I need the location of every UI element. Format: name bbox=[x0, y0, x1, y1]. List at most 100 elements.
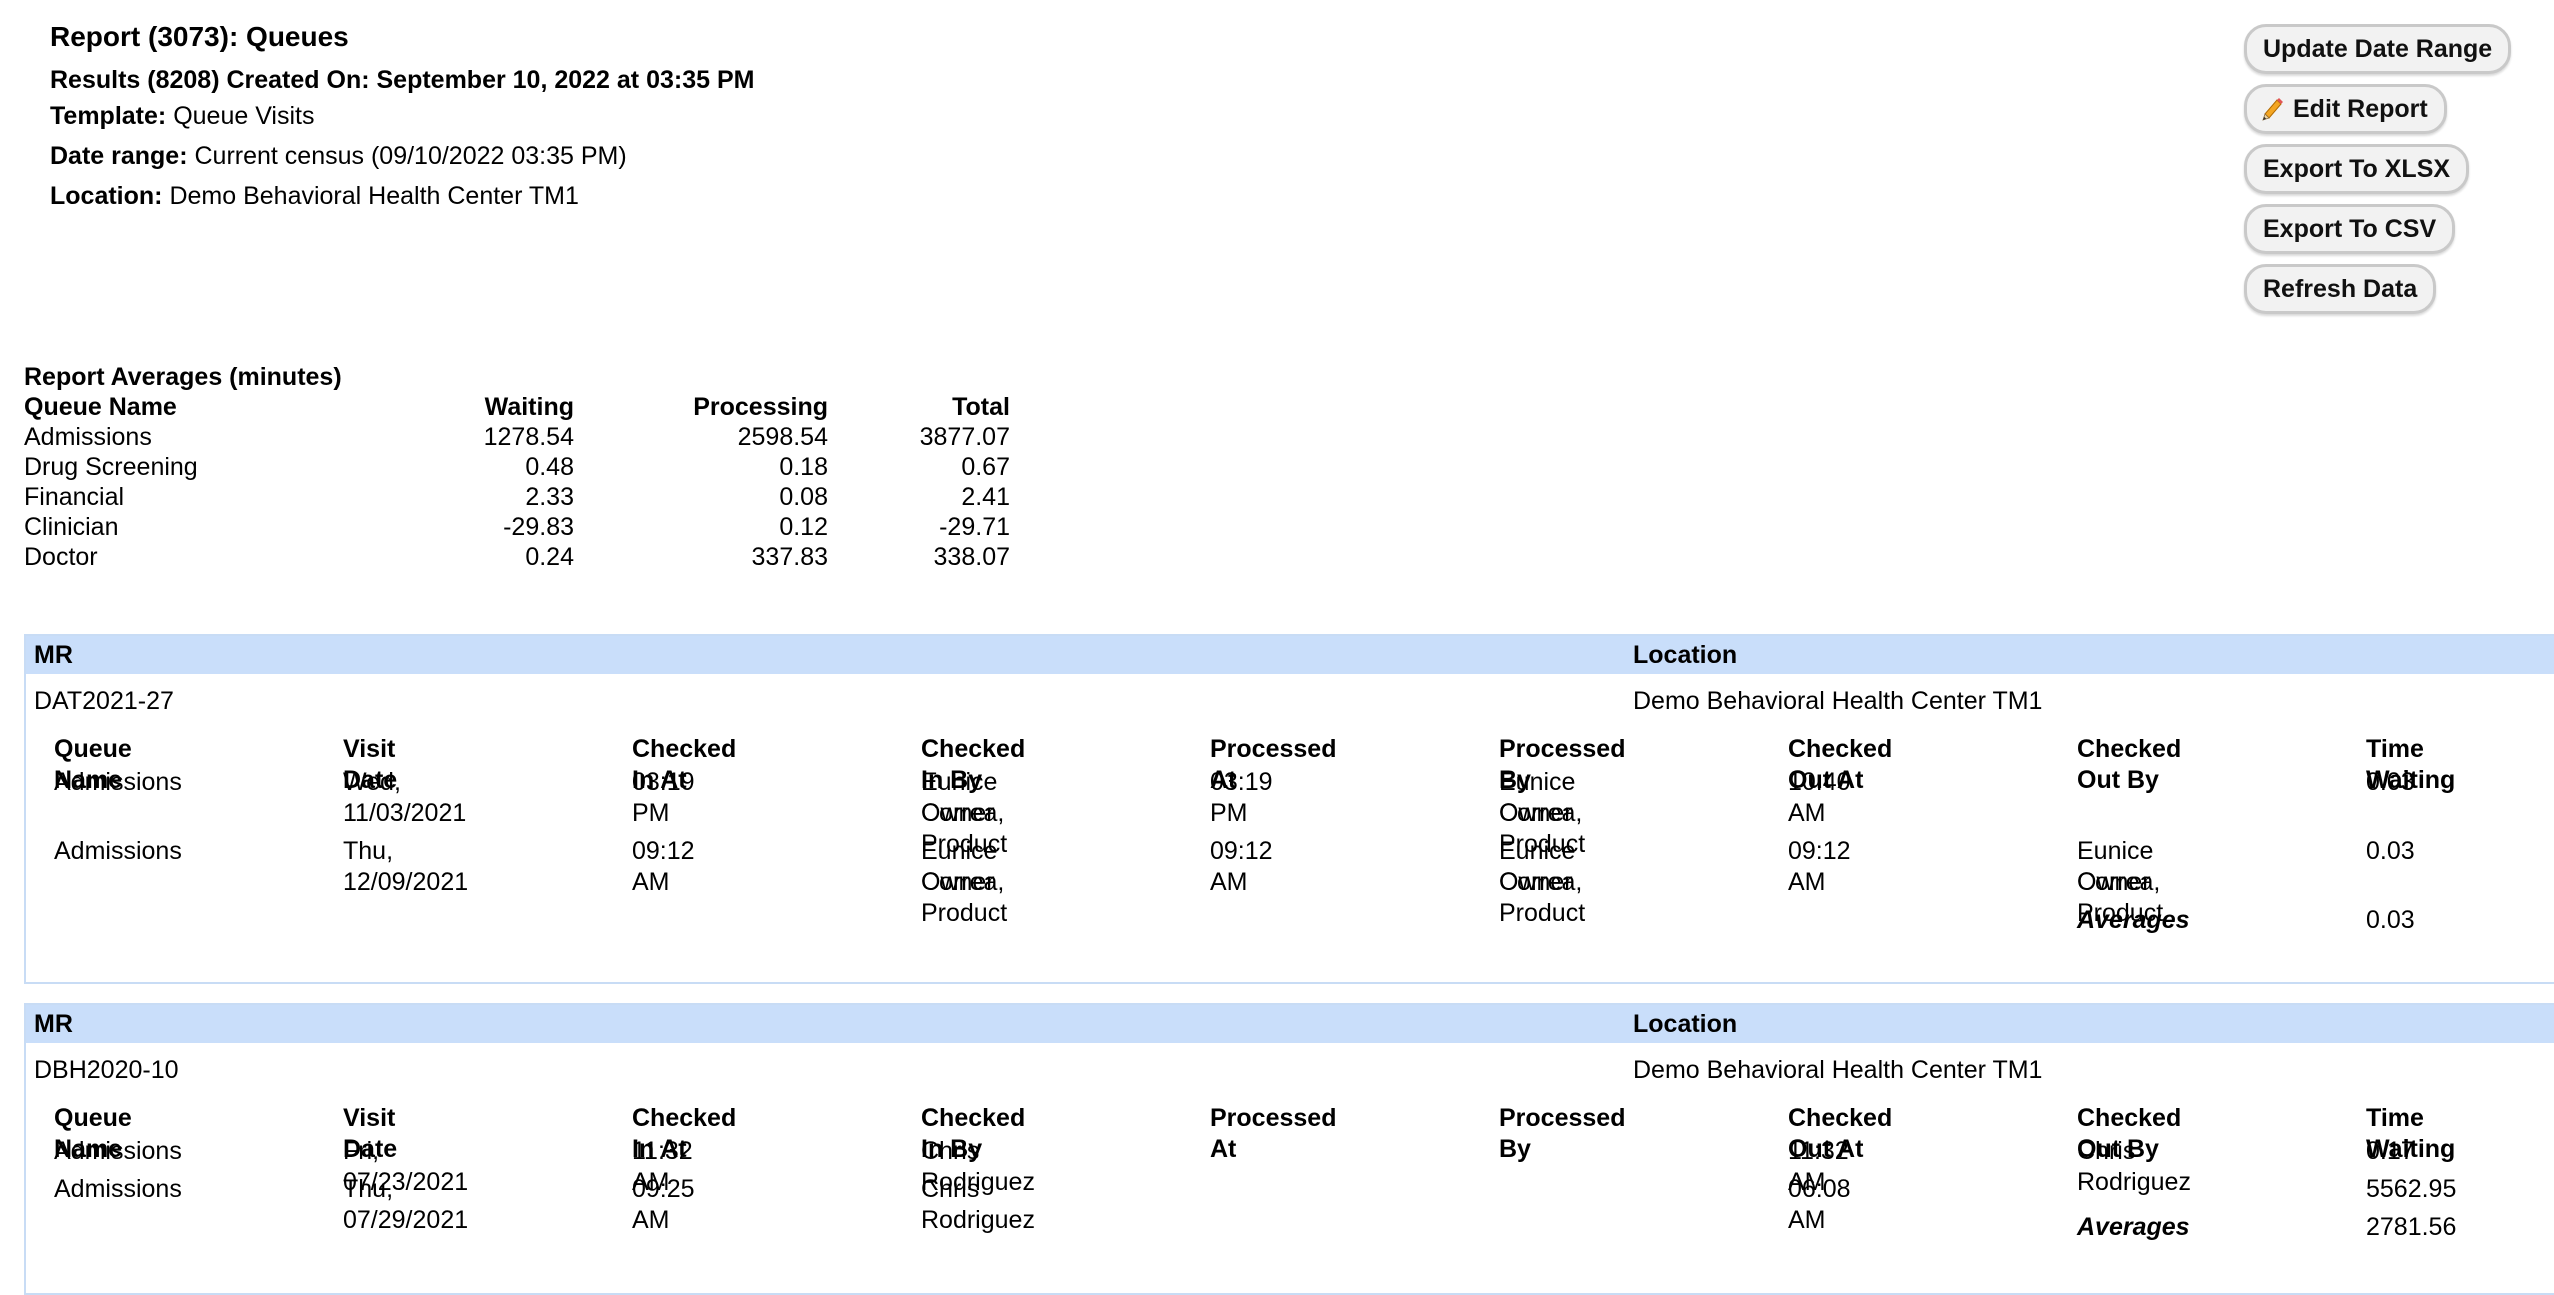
col-processing: Processing bbox=[693, 393, 828, 421]
col-queue-name: Queue Name bbox=[24, 393, 177, 421]
averages-label: Averages bbox=[2077, 1213, 2190, 1241]
averages-table: Queue Name Waiting Processing Total Admi… bbox=[24, 392, 1010, 572]
date-range-line: Date range: Current census (09/10/2022 0… bbox=[50, 138, 754, 174]
processed-by-cont: Owner bbox=[1499, 799, 1573, 827]
group-header-bar: MR Location bbox=[26, 636, 2554, 674]
checked-out-at: 06:08 AM bbox=[1788, 1175, 1851, 1234]
checked-out-by-cont: Owner bbox=[2077, 868, 2151, 896]
mr-number: DAT2021-27 bbox=[34, 687, 174, 715]
location-header: Location bbox=[1633, 641, 1738, 669]
queue-name: Admissions bbox=[24, 423, 152, 451]
checked-out-by: Chris Rodriguez bbox=[2077, 1137, 2191, 1196]
export-csv-button[interactable]: Export To CSV bbox=[2244, 204, 2456, 254]
template-label: Template: bbox=[50, 102, 167, 130]
location-header: Location bbox=[1633, 1010, 1738, 1038]
location-label: Location: bbox=[50, 182, 163, 210]
checked-in-at: 09:25 AM bbox=[632, 1175, 695, 1234]
refresh-data-button[interactable]: Refresh Data bbox=[2244, 264, 2437, 314]
table-row: Drug Screening 0.48 0.18 0.67 bbox=[24, 452, 1010, 482]
edit-report-button[interactable]: Edit Report bbox=[2244, 84, 2447, 134]
checked-in-by-cont: Owner bbox=[921, 868, 995, 896]
mr-row: DBH2020-10 Demo Behavioral Health Center… bbox=[26, 1043, 2554, 1093]
processing-value: 0.08 bbox=[779, 483, 828, 511]
checked-in-at: 09:12 AM bbox=[632, 837, 695, 896]
table-row: Financial 2.33 0.08 2.41 bbox=[24, 482, 1010, 512]
mr-row: DAT2021-27 Demo Behavioral Health Center… bbox=[26, 674, 2554, 724]
queue-name: Clinician bbox=[24, 513, 119, 541]
template-line: Template: Queue Visits bbox=[50, 98, 754, 134]
col-processed-at: Processed At bbox=[1210, 1104, 1337, 1163]
export-csv-label: Export To CSV bbox=[2263, 215, 2437, 243]
total-value: 0.67 bbox=[961, 453, 1010, 481]
export-xlsx-label: Export To XLSX bbox=[2263, 155, 2451, 183]
date-range-label: Date range: bbox=[50, 142, 188, 170]
report-averages: Report Averages (minutes) Queue Name Wai… bbox=[24, 362, 1010, 572]
location-line: Location: Demo Behavioral Health Center … bbox=[50, 178, 754, 214]
col-waiting: Waiting bbox=[484, 393, 574, 421]
refresh-data-label: Refresh Data bbox=[2263, 275, 2418, 303]
queue-name: Drug Screening bbox=[24, 453, 198, 481]
mr-location: Demo Behavioral Health Center TM1 bbox=[1633, 1056, 2043, 1084]
group-header-bar: MR Location bbox=[26, 1005, 2554, 1043]
update-date-range-button[interactable]: Update Date Range bbox=[2244, 24, 2512, 74]
col-total: Total bbox=[952, 393, 1010, 421]
checked-out-at: 09:12 AM bbox=[1788, 837, 1851, 896]
results-line: Results (8208) Created On: September 10,… bbox=[50, 66, 755, 94]
processing-value: 337.83 bbox=[751, 543, 828, 571]
edit-report-label: Edit Report bbox=[2293, 95, 2428, 123]
time-waiting: 0.03 bbox=[2366, 768, 2415, 796]
location-value: Demo Behavioral Health Center TM1 bbox=[169, 182, 579, 210]
average-time-waiting: 2781.56 bbox=[2366, 1213, 2457, 1241]
table-row: Admissions 1278.54 2598.54 3877.07 bbox=[24, 422, 1010, 452]
checked-in-by-cont: Owner bbox=[921, 799, 995, 827]
report-title: Report (3073): Queues bbox=[50, 21, 349, 52]
averages-caption: Report Averages (minutes) bbox=[24, 363, 342, 391]
date-range-value: Current census (09/10/2022 03:35 PM) bbox=[194, 142, 627, 170]
export-xlsx-button[interactable]: Export To XLSX bbox=[2244, 144, 2470, 194]
mr-location: Demo Behavioral Health Center TM1 bbox=[1633, 687, 2043, 715]
col-checked-out-by: Checked Out By bbox=[2077, 735, 2182, 794]
waiting-value: 0.48 bbox=[525, 453, 574, 481]
visit-date: Thu, 12/09/2021 bbox=[343, 837, 469, 896]
update-date-range-label: Update Date Range bbox=[2263, 35, 2493, 63]
processing-value: 0.18 bbox=[779, 453, 828, 481]
checked-in-at: 03:19 PM bbox=[632, 768, 695, 827]
averages-header-row: Queue Name Waiting Processing Total bbox=[24, 392, 1010, 422]
mr-group: MR Location DBH2020-10 Demo Behavioral H… bbox=[24, 1003, 2554, 1295]
table-row: Doctor 0.24 337.83 338.07 bbox=[24, 542, 1010, 572]
total-value: -29.71 bbox=[939, 513, 1010, 541]
mr-group: MR Location DAT2021-27 Demo Behavioral H… bbox=[24, 634, 2554, 984]
mr-header: MR bbox=[34, 641, 73, 669]
queue-name: Doctor bbox=[24, 543, 98, 571]
time-waiting: 0.17 bbox=[2366, 1137, 2415, 1165]
processed-at: 03:19 PM bbox=[1210, 768, 1273, 827]
waiting-value: 2.33 bbox=[525, 483, 574, 511]
mr-header: MR bbox=[34, 1010, 73, 1038]
visit-date: Thu, 07/29/2021 bbox=[343, 1175, 469, 1234]
queue-name: Admissions bbox=[54, 837, 182, 865]
checked-out-at: 10:40 AM bbox=[1788, 768, 1851, 827]
waiting-value: 0.24 bbox=[525, 543, 574, 571]
processing-value: 0.12 bbox=[779, 513, 828, 541]
report-header: Report (3073): Queues Results (8208) Cre… bbox=[50, 20, 754, 214]
total-value: 3877.07 bbox=[919, 423, 1010, 451]
queue-name: Financial bbox=[24, 483, 125, 511]
report-actions: Update Date Range Edit Report Export To … bbox=[2244, 24, 2512, 314]
time-waiting: 0.03 bbox=[2366, 837, 2415, 865]
processed-at: 09:12 AM bbox=[1210, 837, 1273, 896]
visit-date: Wed, 11/03/2021 bbox=[343, 768, 467, 827]
total-value: 338.07 bbox=[933, 543, 1010, 571]
time-waiting: 5562.95 bbox=[2366, 1175, 2457, 1203]
queue-name: Admissions bbox=[54, 1175, 182, 1203]
queue-name: Admissions bbox=[54, 768, 182, 796]
waiting-value: -29.83 bbox=[503, 513, 574, 541]
table-row: Clinician -29.83 0.12 -29.71 bbox=[24, 512, 1010, 542]
average-time-waiting: 0.03 bbox=[2366, 906, 2415, 934]
pencil-icon bbox=[2259, 96, 2285, 122]
total-value: 2.41 bbox=[961, 483, 1010, 511]
processing-value: 2598.54 bbox=[737, 423, 828, 451]
checked-in-by: Chris Rodriguez bbox=[921, 1175, 1035, 1234]
averages-label: Averages bbox=[2077, 906, 2190, 934]
mr-number: DBH2020-10 bbox=[34, 1056, 179, 1084]
template-value: Queue Visits bbox=[173, 102, 315, 130]
